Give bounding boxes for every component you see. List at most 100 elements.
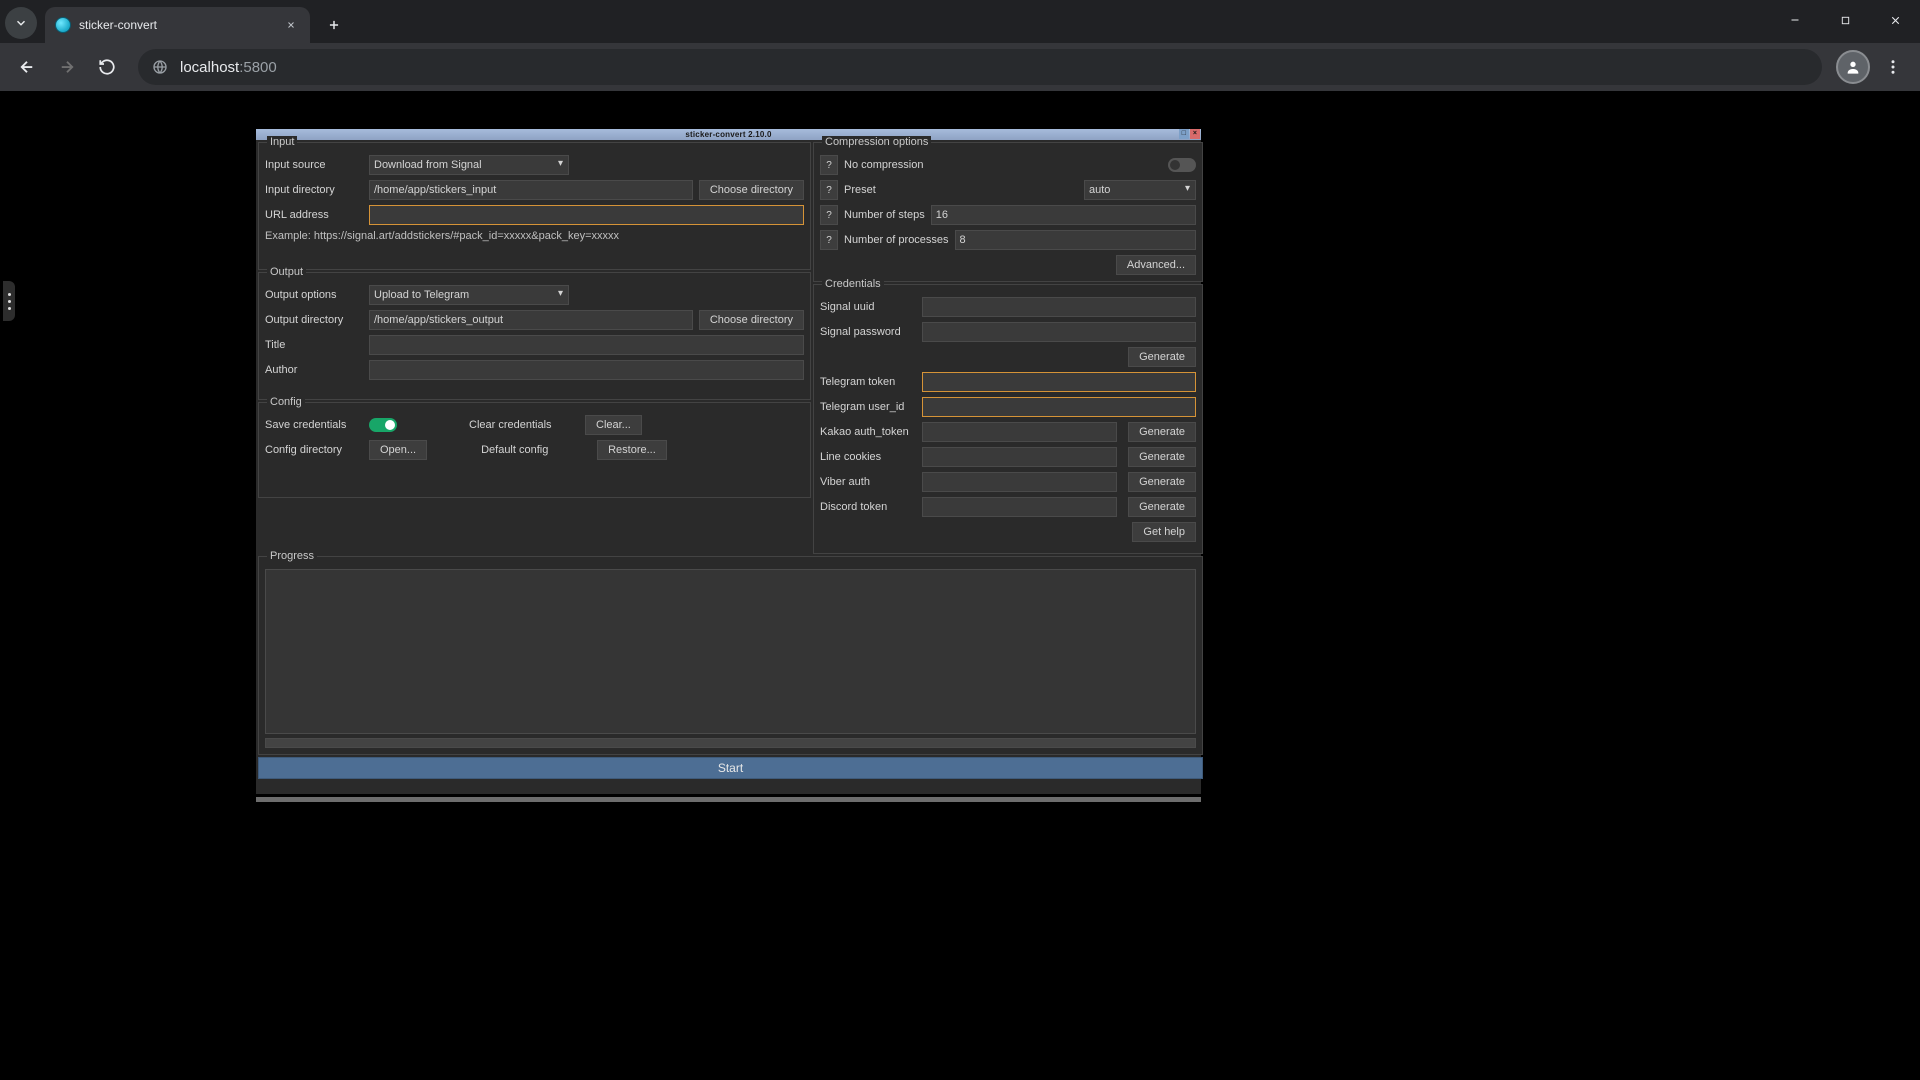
progress-group: Progress xyxy=(258,556,1203,755)
vnc-toolbar-handle[interactable] xyxy=(3,281,15,321)
default-config-label: Default config xyxy=(481,444,591,456)
window-title: sticker-convert 2.10.0 xyxy=(685,130,771,139)
config-open-button[interactable]: Open... xyxy=(369,440,427,460)
progress-log[interactable] xyxy=(265,569,1196,734)
author-label: Author xyxy=(265,364,363,376)
input-source-select[interactable]: Download from Signal xyxy=(369,155,569,175)
nocomp-toggle[interactable] xyxy=(1168,158,1196,172)
window-controls xyxy=(1770,0,1920,43)
minimize-button[interactable] xyxy=(1770,0,1820,40)
url-text: localhost:5800 xyxy=(180,59,277,76)
help-preset-button[interactable]: ? xyxy=(820,180,838,200)
preset-label: Preset xyxy=(844,184,876,196)
viber-auth-field[interactable] xyxy=(922,472,1117,492)
progress-bar xyxy=(265,738,1196,748)
output-options-select[interactable]: Upload to Telegram xyxy=(369,285,569,305)
steps-label: Number of steps xyxy=(844,209,925,221)
line-generate-button[interactable]: Generate xyxy=(1128,447,1196,467)
output-choose-dir-button[interactable]: Choose directory xyxy=(699,310,804,330)
output-dir-field[interactable] xyxy=(369,310,693,330)
progress-legend: Progress xyxy=(267,550,317,562)
signal-generate-button[interactable]: Generate xyxy=(1128,347,1196,367)
help-nocomp-button[interactable]: ? xyxy=(820,155,838,175)
browser-menu-button[interactable] xyxy=(1876,50,1910,84)
config-group: Config Save credentials Clear credential… xyxy=(258,402,811,498)
author-field[interactable] xyxy=(369,360,804,380)
restore-config-button[interactable]: Restore... xyxy=(597,440,667,460)
vnc-canvas[interactable]: sticker-convert 2.10.0 □ × Input Input s… xyxy=(90,91,1367,1080)
input-choose-dir-button[interactable]: Choose directory xyxy=(699,180,804,200)
vnc-left-gutter xyxy=(0,91,90,1080)
browser-toolbar: localhost:5800 xyxy=(0,43,1920,91)
config-legend: Config xyxy=(267,396,305,408)
get-help-button[interactable]: Get help xyxy=(1132,522,1196,542)
kakao-token-field[interactable] xyxy=(922,422,1117,442)
help-steps-button[interactable]: ? xyxy=(820,205,838,225)
preset-select[interactable]: auto xyxy=(1084,180,1196,200)
input-group: Input Input source Download from Signal … xyxy=(258,142,811,270)
page-content: sticker-convert 2.10.0 □ × Input Input s… xyxy=(0,91,1920,1080)
signal-password-field[interactable] xyxy=(922,322,1196,342)
tab-favicon xyxy=(55,17,71,33)
signal-uuid-field[interactable] xyxy=(922,297,1196,317)
procs-field[interactable] xyxy=(955,230,1196,250)
url-label: URL address xyxy=(265,209,363,221)
advanced-button[interactable]: Advanced... xyxy=(1116,255,1196,275)
input-dir-label: Input directory xyxy=(265,184,363,196)
help-procs-button[interactable]: ? xyxy=(820,230,838,250)
maximize-button[interactable] xyxy=(1820,0,1870,40)
telegram-token-field[interactable] xyxy=(922,372,1196,392)
clear-creds-button[interactable]: Clear... xyxy=(585,415,642,435)
output-legend: Output xyxy=(267,266,306,278)
close-window-button[interactable] xyxy=(1870,0,1920,40)
url-example-hint: Example: https://signal.art/addstickers/… xyxy=(265,230,804,242)
horizontal-scrollbar[interactable] xyxy=(256,797,1201,802)
steps-field[interactable] xyxy=(931,205,1196,225)
sticker-convert-window: sticker-convert 2.10.0 □ × Input Input s… xyxy=(256,129,1201,794)
signal-uuid-label: Signal uuid xyxy=(820,301,916,313)
procs-label: Number of processes xyxy=(844,234,949,246)
address-bar[interactable]: localhost:5800 xyxy=(138,49,1822,85)
output-group: Output Output options Upload to Telegram… xyxy=(258,272,811,400)
window-maximize-icon[interactable]: □ xyxy=(1179,129,1189,139)
compression-legend: Compression options xyxy=(822,136,931,148)
forward-button[interactable] xyxy=(50,50,84,84)
viber-generate-button[interactable]: Generate xyxy=(1128,472,1196,492)
new-tab-button[interactable] xyxy=(320,11,348,39)
input-legend: Input xyxy=(267,136,297,148)
discord-token-field[interactable] xyxy=(922,497,1117,517)
browser-tabbar: sticker-convert xyxy=(0,0,1920,43)
kakao-token-label: Kakao auth_token xyxy=(820,426,916,438)
clear-creds-label: Clear credentials xyxy=(469,419,579,431)
nocomp-label: No compression xyxy=(844,159,923,171)
telegram-userid-field[interactable] xyxy=(922,397,1196,417)
window-close-icon[interactable]: × xyxy=(1190,129,1200,139)
credentials-legend: Credentials xyxy=(822,278,884,290)
line-cookies-field[interactable] xyxy=(922,447,1117,467)
signal-password-label: Signal password xyxy=(820,326,916,338)
save-creds-toggle[interactable] xyxy=(369,418,397,432)
discord-generate-button[interactable]: Generate xyxy=(1128,497,1196,517)
browser-tab[interactable]: sticker-convert xyxy=(45,7,310,43)
input-dir-field[interactable] xyxy=(369,180,693,200)
config-dir-label: Config directory xyxy=(265,444,363,456)
telegram-userid-label: Telegram user_id xyxy=(820,401,916,413)
tab-close-button[interactable] xyxy=(282,16,300,34)
input-source-label: Input source xyxy=(265,159,363,171)
kakao-generate-button[interactable]: Generate xyxy=(1128,422,1196,442)
reload-button[interactable] xyxy=(90,50,124,84)
title-label: Title xyxy=(265,339,363,351)
credentials-group: Credentials Signal uuid Signal password … xyxy=(813,284,1203,554)
window-titlebar[interactable]: sticker-convert 2.10.0 □ × xyxy=(256,129,1201,140)
tab-search-button[interactable] xyxy=(5,7,37,39)
back-button[interactable] xyxy=(10,50,44,84)
line-cookies-label: Line cookies xyxy=(820,451,916,463)
site-info-icon[interactable] xyxy=(152,59,168,75)
telegram-token-label: Telegram token xyxy=(820,376,916,388)
profile-button[interactable] xyxy=(1836,50,1870,84)
compression-group: Compression options ? No compression ? P… xyxy=(813,142,1203,282)
title-field[interactable] xyxy=(369,335,804,355)
url-field[interactable] xyxy=(369,205,804,225)
start-button[interactable]: Start xyxy=(258,757,1203,779)
save-creds-label: Save credentials xyxy=(265,419,363,431)
